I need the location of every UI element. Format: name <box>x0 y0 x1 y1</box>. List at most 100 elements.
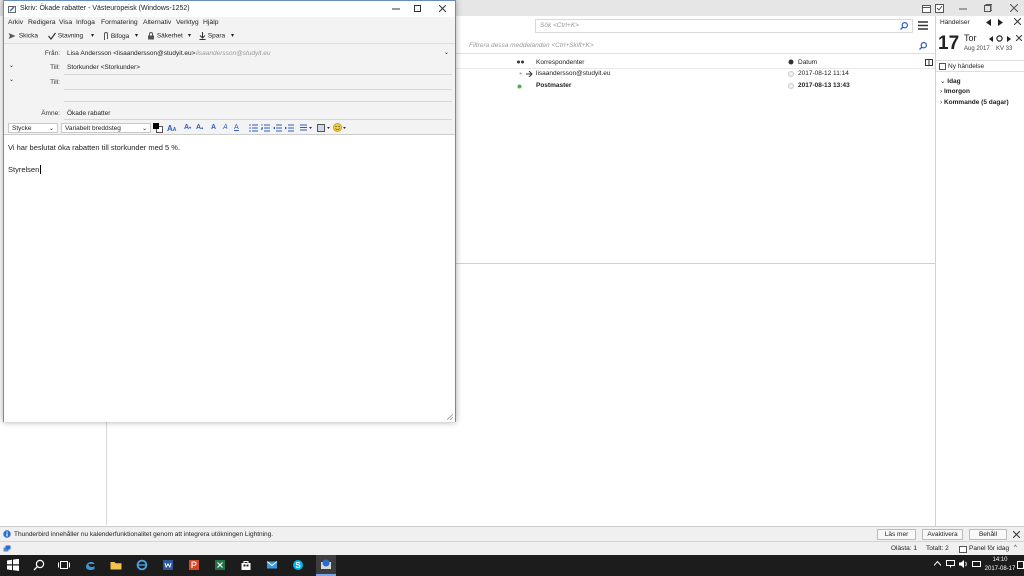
font-select[interactable]: Variabelt breddsteg ⌄ <box>61 123 151 133</box>
subject-input[interactable]: Ökade rabatter <box>67 110 110 117</box>
new-event-button[interactable]: Ny händelse <box>936 60 1024 72</box>
resize-grip-icon[interactable] <box>447 414 453 420</box>
menu-item-options[interactable]: Alternativ <box>143 19 171 26</box>
mini-next-icon[interactable] <box>1007 36 1011 42</box>
insert-icon[interactable] <box>317 124 330 132</box>
send-button[interactable]: Skicka <box>8 32 38 40</box>
network-icon[interactable] <box>946 560 955 568</box>
menu-item-format[interactable]: Formatering <box>101 19 138 26</box>
thunderbird-taskbar-icon[interactable] <box>316 555 336 576</box>
task-view-icon[interactable] <box>58 558 72 572</box>
thread-dot-icon <box>519 72 522 75</box>
menu-item-edit[interactable]: Redigera <box>28 19 56 26</box>
mini-prev-icon[interactable] <box>989 36 993 42</box>
today-circle-icon[interactable] <box>996 35 1003 42</box>
mail-icon[interactable] <box>266 558 280 572</box>
menu-item-view[interactable]: Visa <box>59 19 72 26</box>
minimize-icon[interactable] <box>959 5 967 13</box>
clock-date[interactable]: 2017-08-17 <box>983 566 1017 572</box>
keyboard-icon[interactable] <box>972 560 981 568</box>
security-dropdown-icon[interactable]: ▾ <box>188 32 191 39</box>
numbered-list-icon[interactable] <box>261 124 270 132</box>
volume-icon[interactable] <box>959 560 968 568</box>
next-day-icon[interactable] <box>998 19 1004 26</box>
agenda-group-today[interactable]: ⌄ Idag <box>940 77 961 85</box>
search-icon[interactable] <box>33 558 47 572</box>
thread-column-icon[interactable] <box>517 59 524 65</box>
compose-titlebar[interactable]: Skriv: Ökade rabatter - Västeuropeisk (W… <box>4 1 455 17</box>
tasks-tab-icon[interactable] <box>935 4 944 13</box>
edge-icon[interactable] <box>84 558 98 572</box>
online-status-icon[interactable] <box>3 545 11 553</box>
column-date[interactable]: Datum <box>798 59 817 66</box>
clock-time[interactable]: 14:10 <box>986 557 1014 563</box>
attach-button[interactable]: Bifoga <box>103 32 129 41</box>
outdent-icon[interactable] <box>273 124 282 132</box>
second-address-input[interactable] <box>67 77 452 87</box>
security-button[interactable]: Säkerhet <box>147 32 183 40</box>
close-pane-icon[interactable] <box>1014 18 1021 25</box>
compose-window: Skriv: Ökade rabatter - Västeuropeisk (W… <box>3 0 456 422</box>
excel-icon[interactable] <box>214 558 228 572</box>
message-body-editor[interactable]: Vi har beslutat öka rabatten till storku… <box>4 136 455 422</box>
agenda-group-upcoming[interactable]: › Kommande (5 dagar) <box>940 99 1009 106</box>
spelling-dropdown-icon[interactable]: ▾ <box>91 32 94 39</box>
agenda-group-tomorrow[interactable]: › Imorgon <box>940 88 970 95</box>
text-color-icon[interactable] <box>153 123 163 133</box>
keep-button[interactable]: Behåll <box>969 529 1007 540</box>
word-icon[interactable] <box>162 558 176 572</box>
calendar-tab-icon[interactable] <box>922 4 931 13</box>
attach-dropdown-icon[interactable]: ▾ <box>135 32 138 39</box>
indent-icon[interactable] <box>285 124 294 132</box>
powerpoint-icon[interactable] <box>188 558 202 572</box>
file-explorer-icon[interactable] <box>110 558 124 572</box>
today-pane-icon <box>959 545 967 553</box>
learn-more-button[interactable]: Läs mer <box>877 529 916 540</box>
font-size-up-icon[interactable]: A▴ <box>196 124 203 131</box>
windows-start-icon[interactable] <box>7 558 21 572</box>
to-address-input[interactable]: Storkunder <Storkunder> <box>67 64 140 71</box>
action-center-icon[interactable] <box>1017 561 1024 569</box>
paragraph-style-select[interactable]: Stycke ⌄ <box>8 123 58 133</box>
column-correspondents[interactable]: Korrespondenter <box>536 59 584 66</box>
chevron-up-icon[interactable]: ^ <box>1014 545 1017 551</box>
minimize-icon[interactable] <box>392 6 400 12</box>
bullet-list-icon[interactable] <box>249 124 258 132</box>
today-pane-toggle[interactable]: Panel för idag <box>969 545 1009 552</box>
italic-icon[interactable]: A <box>223 124 228 131</box>
menu-item-help[interactable]: Hjälp <box>203 19 219 26</box>
font-size-down-icon[interactable]: A▾ <box>184 124 191 131</box>
smaller-font-icon[interactable]: AA <box>167 124 176 133</box>
bold-icon[interactable]: A <box>211 124 216 131</box>
save-button[interactable]: Spara <box>199 32 225 40</box>
menu-item-tools[interactable]: Verktyg <box>176 19 199 26</box>
windows-taskbar: S 14:10 2017-08-17 <box>0 555 1024 576</box>
close-notification-icon[interactable] <box>1013 531 1020 538</box>
underline-icon[interactable]: A <box>234 124 239 131</box>
from-select[interactable]: Lisa Andersson <lisaandersson@studyit.eu… <box>64 47 452 59</box>
internet-explorer-icon[interactable] <box>136 558 150 572</box>
prev-day-icon[interactable] <box>986 19 992 26</box>
disable-button[interactable]: Avaktivera <box>922 529 963 540</box>
message-row[interactable]: lisaandersson@studyit.eu 2017-08-12 11:1… <box>455 69 935 81</box>
align-icon[interactable] <box>300 124 312 132</box>
menu-item-insert[interactable]: Infoga <box>76 19 95 26</box>
spelling-button[interactable]: Stavning <box>48 32 83 40</box>
global-search-input[interactable]: Sök <Ctrl+K> <box>535 19 913 33</box>
close-icon[interactable] <box>1016 35 1022 41</box>
hamburger-menu-icon[interactable] <box>918 21 928 30</box>
tray-chevron-icon[interactable] <box>934 561 941 566</box>
smiley-icon[interactable] <box>333 123 347 132</box>
save-dropdown-icon[interactable]: ▾ <box>231 32 234 39</box>
column-picker-icon[interactable] <box>925 59 933 66</box>
pane-splitter[interactable] <box>455 263 935 264</box>
quick-filter-input[interactable]: Filtrera dessa meddelanden <Ctrl+Skift+K… <box>467 41 929 52</box>
maximize-icon[interactable] <box>414 5 421 12</box>
message-row[interactable]: Postmaster 2017-08-13 13:43 <box>455 81 935 93</box>
close-icon[interactable] <box>439 5 446 12</box>
skype-icon[interactable]: S <box>292 558 306 572</box>
store-icon[interactable] <box>240 558 254 572</box>
menu-item-file[interactable]: Arkiv <box>8 19 23 26</box>
restore-icon[interactable] <box>984 4 992 12</box>
close-icon[interactable] <box>1010 4 1018 12</box>
